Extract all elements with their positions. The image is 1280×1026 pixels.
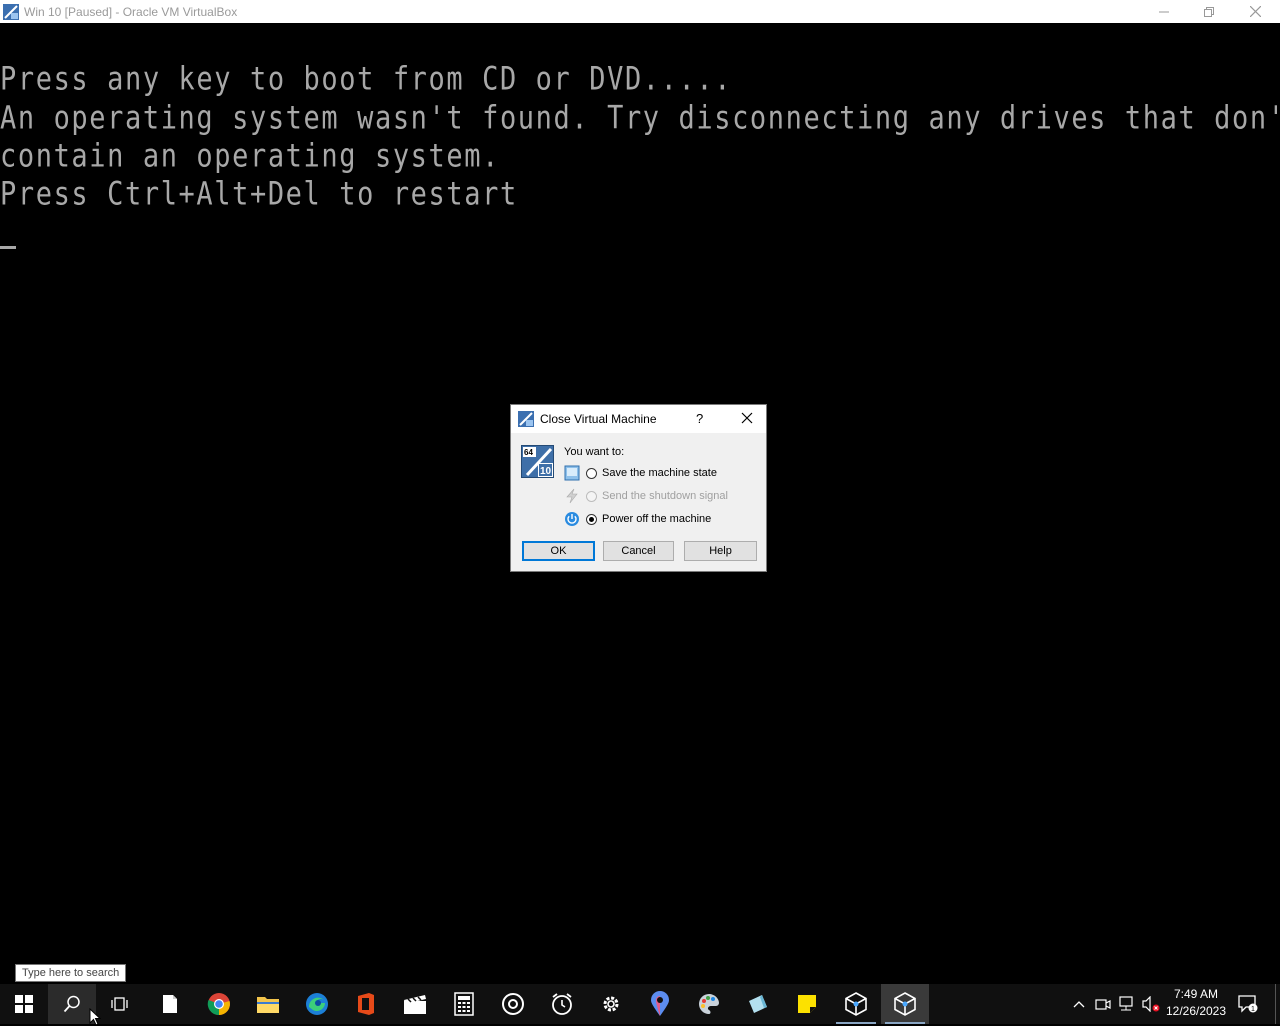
folder-icon [257,997,279,1013]
taskbar-office[interactable] [342,984,390,1024]
windows-logo-icon [15,995,33,1013]
save-state-radio[interactable] [586,467,597,479]
taskbar-virtualbox-vm[interactable] [881,984,929,1024]
restore-icon [1204,6,1214,17]
tray-overflow-button[interactable] [1068,984,1090,1024]
window-titlebar: Win 10 [Paused] - Oracle VM VirtualBox [0,0,1280,23]
save-state-label: Save the machine state [602,467,717,479]
close-vm-dialog: Close Virtual Machine ? 64 10 You want t… [510,404,767,572]
chrome-icon [207,993,230,1016]
windows10-64-os-icon: 64 10 [521,445,554,478]
close-window-button[interactable] [1232,0,1278,23]
tray-network[interactable] [1116,984,1138,1024]
start-button[interactable] [0,984,48,1024]
power-off-radio[interactable] [586,513,597,525]
taskbar-sticky-notes[interactable] [783,984,831,1024]
search-icon [63,995,80,1013]
minimize-button[interactable] [1141,0,1187,23]
taskbar-clock[interactable]: 7:49 AM 12/26/2023 [1160,986,1232,1020]
task-view-icon [111,997,128,1011]
action-center-button[interactable]: 1 [1236,984,1260,1024]
shutdown-signal-radio [586,490,597,502]
task-view-button[interactable] [96,984,144,1024]
chevron-up-icon [1073,1001,1085,1008]
music-disc-icon [502,993,524,1015]
mouse-cursor-icon [89,1008,101,1026]
taskbar-chrome[interactable] [195,984,243,1024]
taskbar-paint[interactable] [685,984,733,1024]
dialog-title: Close Virtual Machine [540,412,657,426]
taskbar-video-editor[interactable] [391,984,439,1024]
tray-meet-now[interactable] [1092,984,1114,1024]
search-tooltip: Type here to search [15,964,127,982]
map-pin-icon [651,991,669,1016]
option-power-off[interactable]: Power off the machine [564,510,711,528]
show-desktop-divider[interactable] [1275,984,1276,1024]
taskbar-settings[interactable] [587,984,635,1024]
taskbar: 7:49 AM 12/26/2023 1 [0,984,1280,1024]
power-off-label: Power off the machine [602,513,712,525]
tray-volume[interactable] [1140,984,1162,1024]
minimize-icon [1159,11,1169,12]
ok-button[interactable]: OK [522,541,595,561]
clock-time: 7:49 AM [1173,987,1219,1001]
virtualbox-icon [894,992,916,1016]
edge-icon [306,993,328,1015]
help-button[interactable]: Help [684,541,757,561]
notification-count: 1 [1251,1006,1255,1013]
gear-icon [603,996,619,1012]
badge-top-text: 64 [524,448,533,457]
taskbar-virtualbox-manager[interactable] [832,984,880,1024]
virtualbox-vm-icon [518,411,534,427]
clock-date: 12/26/2023 [1165,1004,1227,1018]
taskbar-alarms[interactable] [538,984,586,1024]
sticky-note-icon [798,995,816,1013]
window-title: Win 10 [Paused] - Oracle VM VirtualBox [24,4,238,19]
taskbar-edge[interactable] [293,984,341,1024]
console-line: Press Ctrl+Alt+Del to restart [0,176,518,213]
palette-icon [699,994,719,1014]
taskbar-paint3d[interactable] [734,984,782,1024]
shutdown-signal-label: Send the shutdown signal [602,490,728,502]
calculator-icon [454,992,474,1016]
speaker-muted-icon [1142,996,1160,1012]
dialog-close-button[interactable] [740,411,754,425]
close-icon [1249,6,1261,17]
cancel-button[interactable]: Cancel [603,541,674,561]
option-save-state[interactable]: Save the machine state [564,464,717,482]
badge-bottom-text: 10 [540,466,552,477]
console-line: An operating system wasn't found. Try di… [0,100,1280,137]
power-icon [565,512,579,526]
console-line: Press any key to boot from CD or DVD....… [0,61,733,98]
office-icon [358,993,374,1015]
webcam-icon [1095,999,1111,1010]
taskbar-groove[interactable] [489,984,537,1024]
console-cursor [0,246,16,249]
virtualbox-icon [845,992,867,1016]
restore-button[interactable] [1186,0,1232,23]
taskbar-notepad[interactable] [146,984,194,1024]
lightning-icon [566,488,578,504]
option-shutdown-signal: Send the shutdown signal [564,487,728,505]
document-icon [163,995,177,1013]
taskbar-calculator[interactable] [440,984,488,1024]
clapperboard-icon [404,995,426,1014]
alarm-clock-icon [552,993,572,1015]
context-help-button[interactable]: ? [696,411,703,426]
notification-icon: 1 [1238,995,1258,1013]
dialog-prompt: You want to: [564,446,625,458]
dialog-titlebar: Close Virtual Machine ? [511,405,766,433]
save-state-icon [564,465,580,481]
virtualbox-vm-icon [3,3,19,20]
taskbar-file-explorer[interactable] [244,984,292,1024]
taskbar-maps[interactable] [636,984,684,1024]
crystal-icon [749,995,767,1013]
network-icon [1119,996,1133,1011]
console-line: contain an operating system. [0,138,500,175]
